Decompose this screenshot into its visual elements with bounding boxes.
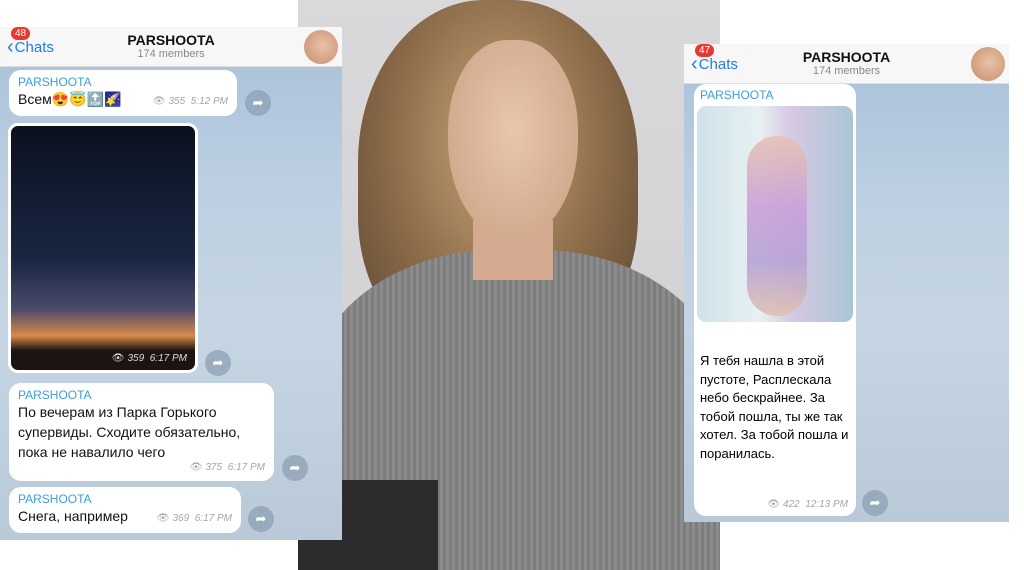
avatar[interactable] [304,30,338,64]
photo-message[interactable] [697,106,853,322]
sender-name: PARSHOOTA [18,75,92,89]
eye-icon: 👁 [156,513,170,524]
share-arrow-icon[interactable]: ➦ [862,490,888,516]
message-text: Я тебя нашла в этой пустоте, Расплескала… [700,353,849,461]
members-count: 174 members [137,48,205,60]
chat-title: PARSHOOTA [127,32,215,48]
photo-message[interactable]: 👁 359 6:17 PM [8,123,198,373]
share-arrow-icon[interactable]: ➦ [282,455,308,481]
message-bubble: PARSHOOTA По вечерам из Парка Горького с… [9,383,274,481]
sender-name: PARSHOOTA [18,492,92,506]
sender-name: PARSHOOTA [700,88,774,102]
chat-title: PARSHOOTA [802,49,891,65]
message-meta: 👁 422 12:13 PM [767,499,848,510]
message-bubble: PARSHOOTA Снега, например 👁 369 6:17 PM [9,487,241,533]
message-bubble: PARSHOOTA Всем😍😇🔝🌠 👁 355 5:12 PM [9,70,237,116]
sender-name: PARSHOOTA [18,388,92,402]
share-arrow-icon[interactable]: ➦ [205,350,231,376]
eye-icon: 👁 [189,462,203,473]
eye-icon: 👁 [767,499,780,510]
message-text: Снега, например [18,508,128,524]
chat-header: ‹ Chats 48 PARSHOOTA 174 members [0,27,342,67]
left-chat-screenshot: ‹ Chats 48 PARSHOOTA 174 members PARSHOOT… [0,27,342,540]
share-arrow-icon[interactable]: ➦ [245,90,271,116]
message-meta: 👁 359 6:17 PM [111,353,187,364]
avatar[interactable] [971,47,1005,81]
members-count: 174 members [812,65,881,77]
message-text: По вечерам из Парка Горького супервиды. … [18,404,241,460]
right-chat-screenshot: ‹ Chats 47 PARSHOOTA 174 members PARSHOOT… [684,44,1009,522]
message-bubble: PARSHOOTA Я тебя нашла в этой пустоте, Р… [694,84,856,516]
message-text: Всем😍😇🔝🌠 [18,91,122,107]
message-meta: 👁 375 6:17 PM [189,462,265,473]
eye-icon: 👁 [152,96,166,107]
eye-icon: 👁 [111,353,125,364]
portrait-photo [298,0,720,570]
message-meta: 👁 369 6:17 PM [156,513,232,524]
share-arrow-icon[interactable]: ➦ [248,506,274,532]
chat-header: ‹ Chats 47 PARSHOOTA 174 members [684,44,1009,84]
message-meta: 👁 355 5:12 PM [152,96,228,107]
